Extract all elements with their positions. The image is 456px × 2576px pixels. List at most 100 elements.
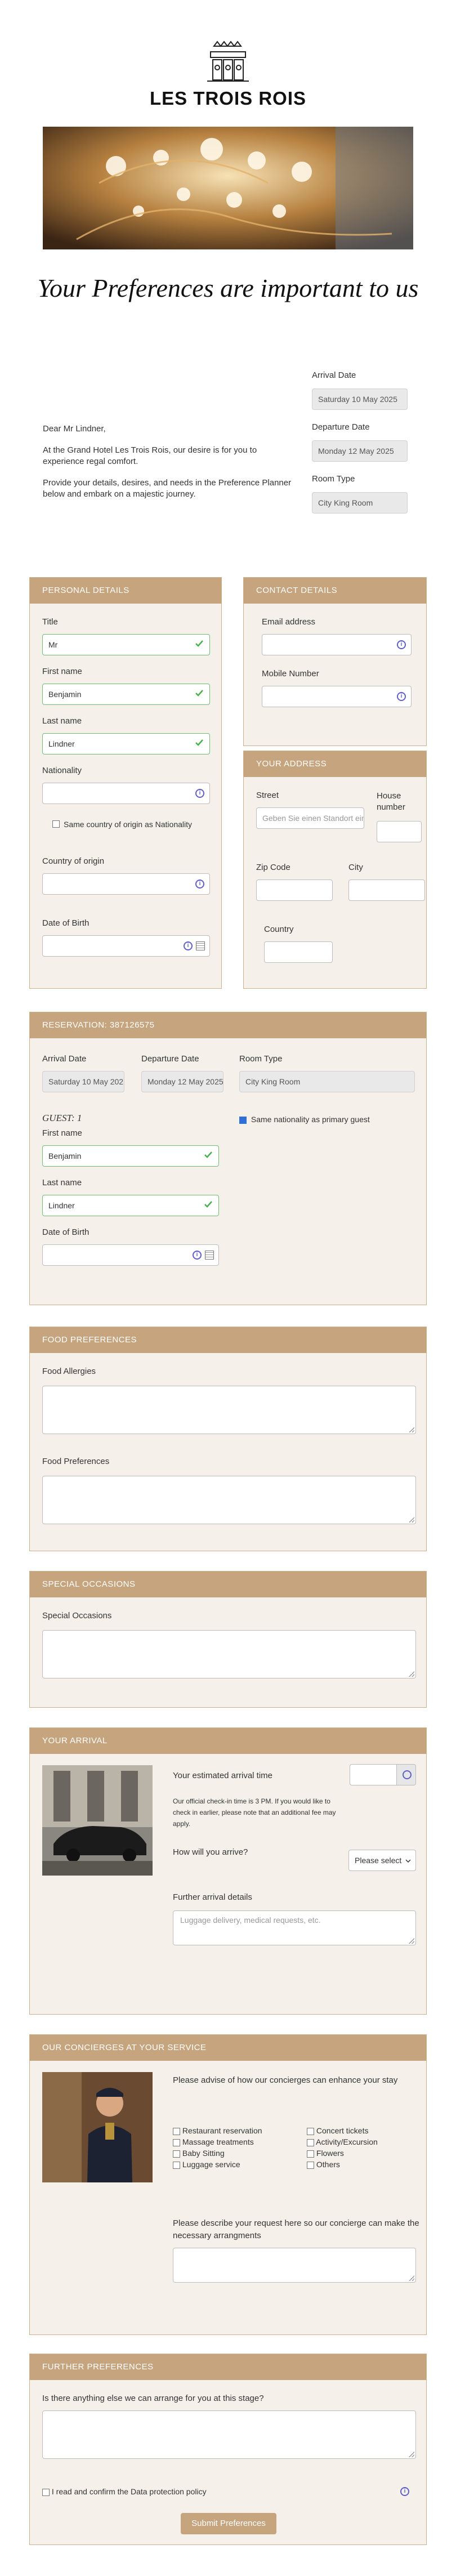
res-room-label: Room Type [239,1054,283,1064]
info-icon[interactable]: i [193,1251,202,1260]
arrival-panel: YOUR ARRIVAL Your estimated arrival time… [29,1727,427,2015]
last-name-input[interactable]: Lindner [42,733,210,755]
checkbox[interactable] [173,2139,180,2146]
special-occasions-textarea[interactable] [42,1630,416,1678]
contact-details-header: CONTACT DETAILS [244,578,426,604]
option-massage-treatments[interactable]: Massage treatments [173,2136,297,2148]
further-preferences-header: FURTHER PREFERENCES [30,2354,426,2380]
same-country-checkbox[interactable] [52,820,60,828]
privacy-checkbox[interactable] [42,2488,50,2496]
checkbox[interactable] [307,2127,314,2135]
option-restaurant-reservation[interactable]: Restaurant reservation [173,2125,297,2136]
food-allergies-textarea[interactable] [42,1386,416,1434]
clock-icon [403,1770,412,1779]
checkbox[interactable] [173,2161,180,2169]
privacy-row[interactable]: I read and confirm the Data protection p… [42,2487,207,2496]
option-label: Massage treatments [182,2137,254,2146]
submit-preferences-button[interactable]: Submit Preferences [181,2513,276,2534]
how-arrive-select[interactable]: Please select [348,1850,416,1871]
departure-date-label: Departure Date [312,422,370,432]
guest-first-name-label: First name [42,1128,82,1138]
concierge-request-textarea[interactable] [173,2248,416,2283]
checkbox[interactable] [307,2150,314,2158]
check-in-note: Our official check-in time is 3 PM. If y… [173,1797,336,1828]
greeting: Dear Mr Lindner, [43,424,106,434]
option-luggage-service[interactable]: Luggage service [173,2159,297,2170]
arrival-time-input[interactable] [350,1764,397,1785]
guest-first-name-value: Benjamin [48,1151,82,1160]
email-input[interactable]: i [262,634,412,655]
zip-code-input[interactable] [256,879,333,901]
first-name-value: Benjamin [48,690,82,699]
hotel-car-image [42,1765,153,1876]
info-icon[interactable]: i [195,879,204,889]
country-input[interactable] [264,941,333,963]
zip-code-label: Zip Code [256,863,290,872]
option-label: Luggage service [182,2160,240,2169]
resize-handle-icon[interactable] [409,1427,414,1432]
option-baby-sitting[interactable]: Baby Sitting [173,2148,297,2159]
calendar-icon[interactable] [205,1251,214,1260]
reservation-panel: RESERVATION: 387126575 Arrival Date Satu… [29,1012,427,1305]
house-number-input[interactable] [377,821,422,842]
guest-first-name-input[interactable]: Benjamin [42,1145,219,1167]
calendar-icon[interactable] [196,941,205,950]
food-preferences-textarea[interactable] [42,1476,416,1524]
guest-label: GUEST: 1 [42,1113,82,1123]
city-input[interactable] [348,879,425,901]
checkbox[interactable] [173,2150,180,2158]
resize-handle-icon[interactable] [409,2275,414,2281]
res-room-field: City King Room [239,1071,415,1092]
clock-button[interactable] [397,1764,416,1785]
privacy-label: I read and confirm the Data protection p… [51,2487,207,2496]
nationality-input[interactable]: i [42,783,210,804]
resize-handle-icon[interactable] [409,1938,414,1944]
info-icon[interactable]: i [400,2487,409,2496]
arrival-details-textarea[interactable]: Luggage delivery, medical requests, etc. [173,1910,416,1945]
date-of-birth-input[interactable]: i [42,935,210,957]
res-arrival-field: Saturday 10 May 2025 [42,1071,124,1092]
personal-details-header: PERSONAL DETAILS [30,578,221,604]
crown-castle-logo-icon [207,41,249,82]
city-label: City [348,863,363,872]
same-country-checkbox-row[interactable]: Same country of origin as Nationality [52,819,199,830]
option-concert-tickets[interactable]: Concert tickets [307,2125,419,2136]
info-icon[interactable]: i [195,789,204,798]
title-select[interactable]: Mr [42,634,210,655]
food-preferences-panel: FOOD PREFERENCES Food Allergies Food Pre… [29,1327,427,1551]
checkbox[interactable] [307,2161,314,2169]
option-others[interactable]: Others [307,2159,419,2170]
guest-last-name-value: Lindner [48,1201,75,1210]
country-of-origin-input[interactable]: i [42,873,210,895]
mobile-input[interactable]: i [262,686,412,707]
info-icon[interactable]: i [397,640,406,649]
street-input[interactable]: Geben Sie einen Standort ein [256,807,364,829]
contact-details-panel: CONTACT DETAILS Email address i Mobile N… [243,577,427,746]
further-preferences-textarea[interactable] [42,2410,416,2459]
checkbox[interactable] [307,2139,314,2146]
valid-check-icon [204,1151,212,1158]
first-name-input[interactable]: Benjamin [42,684,210,705]
concierge-panel: OUR CONCIERGES AT YOUR SERVICE Please ad… [29,2034,427,2335]
option-label: Others [316,2160,340,2169]
concierge-intro: Please advise of how our concierges can … [173,2075,398,2085]
guest-last-name-input[interactable]: Lindner [42,1195,219,1216]
resize-handle-icon[interactable] [409,1671,414,1677]
same-nationality-row[interactable]: Same nationality as primary guest [239,1115,370,1124]
res-departure-field: Monday 12 May 2025 [141,1071,223,1092]
address-header: YOUR ADDRESS [244,751,426,777]
resize-handle-icon[interactable] [409,1517,414,1523]
title-value: Mr [48,640,58,649]
info-icon[interactable]: i [397,692,406,701]
option-flowers[interactable]: Flowers [307,2148,419,2159]
same-nationality-checkbox[interactable] [239,1116,247,1124]
special-occasions-panel: SPECIAL OCCASIONS Special Occasions [29,1571,427,1708]
guest-dob-input[interactable]: i [42,1244,219,1266]
room-type-label: Room Type [312,474,355,484]
arrival-details-placeholder: Luggage delivery, medical requests, etc. [180,1916,321,1925]
hotel-name: LES TROIS ROIS [149,88,307,109]
checkbox[interactable] [173,2127,180,2135]
resize-handle-icon[interactable] [409,2452,414,2457]
option-activity-excursion[interactable]: Activity/Excursion [307,2136,419,2148]
info-icon[interactable]: i [184,941,193,950]
